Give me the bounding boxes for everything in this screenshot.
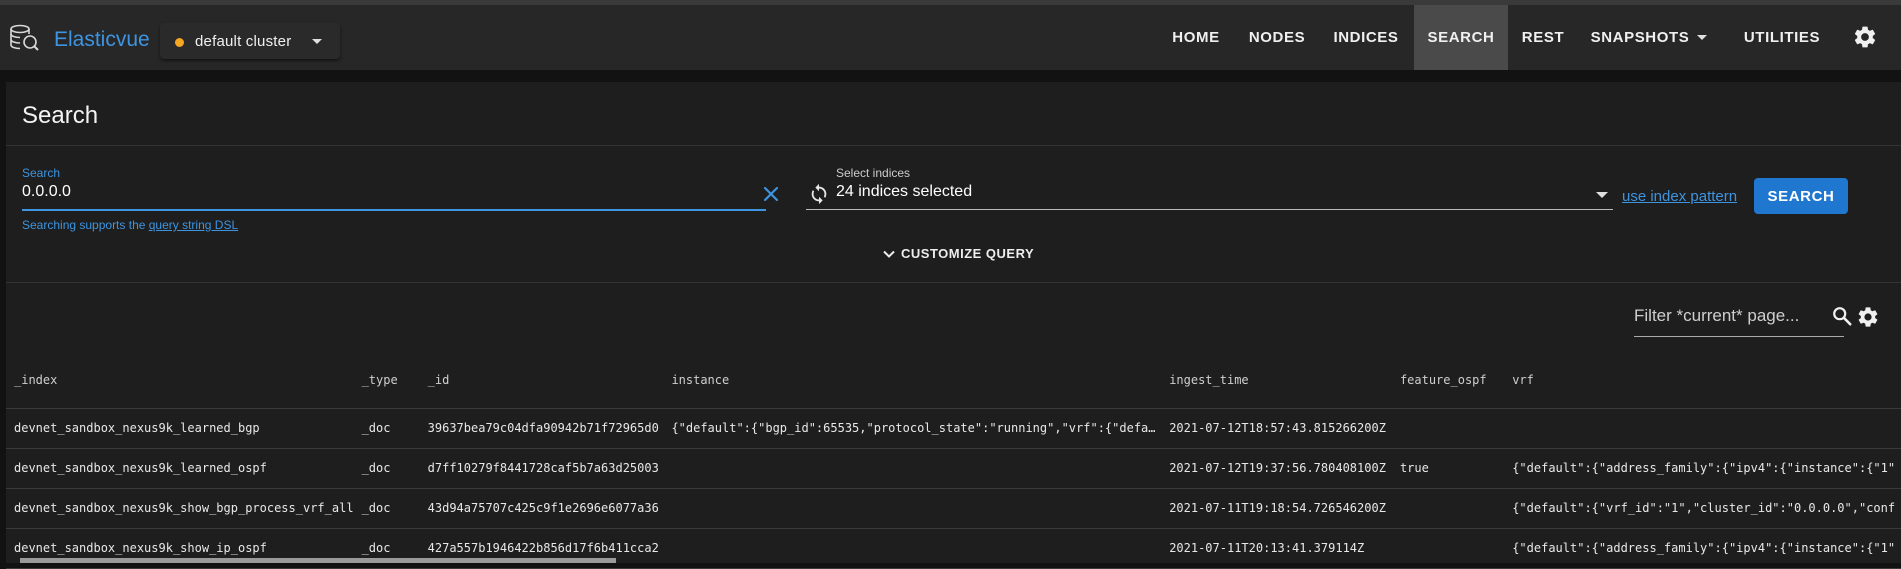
cell-type: _doc (353, 448, 420, 489)
cluster-status-dot (175, 38, 184, 47)
use-index-pattern-link[interactable]: use index pattern (1622, 188, 1737, 205)
cell-feature-ospf (1391, 488, 1505, 529)
select-indices-underline (806, 209, 1613, 210)
cell-index: devnet_sandbox_nexus9k_learned_ospf (6, 448, 354, 489)
page-title: Search (22, 102, 99, 129)
nav-search[interactable]: SEARCH (1414, 5, 1508, 70)
cell-vrf: {"default":{"address_family":{"ipv4":{"i… (1504, 528, 1901, 569)
cell-vrf: {"default":{"address_family":{"ipv4":{"i… (1504, 448, 1901, 489)
search-button[interactable]: SEARCH (1754, 178, 1848, 214)
cell-type: _doc (353, 408, 420, 449)
cell-type: _doc (353, 488, 420, 529)
nav-nodes[interactable]: NODES (1238, 5, 1316, 70)
customize-query-toggle[interactable]: CUSTOMIZE QUERY (882, 246, 1034, 261)
cell-id: d7ff10279f8441728caf5b7a63d25003 (419, 448, 664, 489)
cell-feature-ospf (1391, 408, 1505, 449)
caret-down-icon (312, 39, 322, 44)
app-title[interactable]: Elasticvue (54, 28, 150, 52)
horizontal-scrollbar[interactable] (20, 558, 616, 563)
clear-icon[interactable] (761, 184, 781, 204)
chevron-down-icon (883, 250, 895, 258)
table-row[interactable]: devnet_sandbox_nexus9k_show_bgp_process_… (6, 488, 1901, 529)
filter-input[interactable]: Filter *current* page... (1634, 306, 1841, 326)
search-hint: Searching supports the query string DSL (22, 218, 238, 232)
nav-indices[interactable]: INDICES (1322, 5, 1410, 70)
cell-vrf (1504, 408, 1901, 449)
table-row[interactable]: devnet_sandbox_nexus9k_learned_bgp _doc … (6, 408, 1901, 449)
nav-rest[interactable]: REST (1510, 5, 1576, 70)
cell-feature-ospf: true (1391, 448, 1505, 489)
column-header-vrf[interactable]: vrf (1504, 352, 1901, 409)
table-header-row: _index _type _id instance ingest_time fe… (6, 352, 1901, 409)
cell-feature-ospf (1391, 528, 1505, 569)
cell-index: devnet_sandbox_nexus9k_learned_bgp (6, 408, 354, 449)
cell-id: 43d94a75707c425c9f1e2696e6077a36 (419, 488, 664, 529)
cell-ingest-time: 2021-07-11T20:13:41.379114Z (1161, 528, 1392, 569)
search-label: Search (22, 166, 61, 180)
cell-instance (663, 488, 1162, 529)
nav-snapshots-label: SNAPSHOTS (1590, 29, 1690, 46)
nav-home[interactable]: HOME (1160, 5, 1232, 70)
divider (6, 145, 1901, 146)
cell-ingest-time: 2021-07-11T19:18:54.726546200Z (1161, 488, 1392, 529)
table-row[interactable]: devnet_sandbox_nexus9k_learned_ospf _doc… (6, 448, 1901, 489)
nav-utilities[interactable]: UTILITIES (1734, 5, 1830, 70)
results-table: _index _type _id instance ingest_time fe… (6, 352, 1901, 569)
search-icon[interactable] (1831, 305, 1853, 327)
refresh-icon[interactable] (808, 183, 830, 205)
database-logo-icon[interactable] (9, 22, 39, 52)
column-header-type[interactable]: _type (353, 352, 420, 409)
cell-instance (663, 448, 1162, 489)
nav-snapshots[interactable]: SNAPSHOTS (1580, 5, 1718, 70)
column-header-feature-ospf[interactable]: feature_ospf (1391, 352, 1505, 409)
settings-gear-icon[interactable] (1852, 24, 1878, 50)
cluster-name: default cluster (195, 33, 292, 50)
filter-input-underline (1634, 336, 1844, 337)
cell-vrf: {"default":{"vrf_id":"1","cluster_id":"0… (1504, 488, 1901, 529)
caret-down-icon (1697, 35, 1708, 40)
search-hint-text: Searching supports the (22, 218, 149, 232)
column-header-instance[interactable]: instance (663, 352, 1162, 409)
column-header-index[interactable]: _index (6, 352, 354, 409)
cell-id: 39637bea79c04dfa90942b71f72965d0 (419, 408, 664, 449)
search-card: Search Search 0.0.0.0 Searching supports… (6, 82, 1901, 569)
search-input[interactable]: 0.0.0.0 (22, 183, 71, 201)
cell-instance: {"default":{"bgp_id":65535,"protocol_sta… (663, 408, 1162, 449)
table-settings-gear-icon[interactable] (1856, 305, 1880, 329)
cell-ingest-time: 2021-07-12T19:37:56.780408100Z (1161, 448, 1392, 489)
column-header-ingest-time[interactable]: ingest_time (1161, 352, 1392, 409)
column-header-id[interactable]: _id (419, 352, 664, 409)
caret-down-icon[interactable] (1596, 192, 1608, 198)
customize-query-label: CUSTOMIZE QUERY (901, 246, 1035, 261)
select-indices-value[interactable]: 24 indices selected (836, 183, 972, 201)
select-indices-label: Select indices (836, 166, 911, 180)
search-input-underline (22, 209, 766, 211)
cell-index: devnet_sandbox_nexus9k_show_bgp_process_… (6, 488, 354, 529)
cluster-selector[interactable]: default cluster (160, 23, 340, 59)
query-string-dsl-link[interactable]: query string DSL (149, 218, 238, 232)
divider (6, 282, 1901, 283)
cell-instance (663, 528, 1162, 569)
cell-ingest-time: 2021-07-12T18:57:43.815266200Z (1161, 408, 1392, 449)
